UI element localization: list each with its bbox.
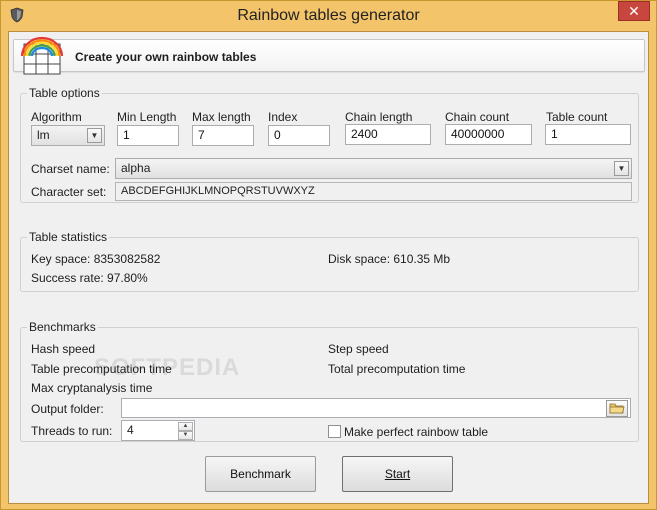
benchmarks-group: Benchmarks Hash speed Step speed Table p… bbox=[20, 320, 639, 442]
perfect-table-checkbox[interactable] bbox=[328, 425, 341, 438]
character-set-label: Character set: bbox=[31, 185, 107, 199]
chain-count-label: Chain count bbox=[445, 110, 510, 124]
output-folder-label: Output folder: bbox=[31, 402, 104, 416]
table-options-legend: Table options bbox=[27, 86, 102, 100]
header-title: Create your own rainbow tables bbox=[75, 50, 257, 64]
browse-folder-button[interactable] bbox=[606, 400, 628, 417]
total-precomputation-time-text: Total precomputation time bbox=[328, 362, 466, 376]
benchmark-button[interactable]: Benchmark bbox=[205, 456, 316, 492]
success-rate-text: Success rate: 97.80% bbox=[31, 271, 148, 285]
chain-length-label: Chain length bbox=[345, 110, 413, 124]
chevron-down-icon[interactable]: ▼ bbox=[614, 161, 629, 176]
client-area: Create your own rainbow tables Table opt… bbox=[8, 31, 649, 504]
window-title: Rainbow tables generator bbox=[237, 7, 420, 24]
algorithm-value: lm bbox=[37, 128, 50, 142]
header-banner: Create your own rainbow tables bbox=[13, 36, 645, 75]
algorithm-select[interactable]: lm ▼ bbox=[31, 125, 105, 146]
max-cryptanalysis-time-text: Max cryptanalysis time bbox=[31, 381, 153, 395]
table-statistics-group: Table statistics Key space: 8353082582 D… bbox=[20, 230, 639, 292]
step-speed-text: Step speed bbox=[328, 342, 389, 356]
min-length-label: Min Length bbox=[117, 110, 177, 124]
rainbow-grid-icon bbox=[20, 36, 64, 75]
table-count-label: Table count bbox=[546, 110, 608, 124]
start-button[interactable]: Start bbox=[342, 456, 453, 492]
key-space-text: Key space: 8353082582 bbox=[31, 252, 161, 266]
benchmarks-legend: Benchmarks bbox=[27, 320, 98, 334]
charset-name-select[interactable]: alpha ▼ bbox=[115, 158, 632, 179]
max-length-label: Max length bbox=[192, 110, 251, 124]
perfect-table-label[interactable]: Make perfect rainbow table bbox=[344, 425, 488, 439]
threads-stepper[interactable]: 4 ▲ ▼ bbox=[121, 420, 195, 441]
folder-icon bbox=[609, 403, 625, 414]
charset-name-label: Charset name: bbox=[31, 162, 110, 176]
index-label: Index bbox=[268, 110, 298, 124]
table-options-group: Table options Algorithm lm ▼ Min Length … bbox=[20, 86, 639, 203]
max-length-input[interactable]: 7 bbox=[192, 125, 254, 146]
hash-speed-text: Hash speed bbox=[31, 342, 96, 356]
close-button[interactable]: ✕ bbox=[618, 1, 650, 21]
chevron-down-icon[interactable]: ▼ bbox=[87, 128, 102, 143]
benchmark-button-label: Benchmark bbox=[230, 467, 291, 481]
min-length-input[interactable]: 1 bbox=[117, 125, 179, 146]
table-precomputation-time-text: Table precomputation time bbox=[31, 362, 172, 376]
table-count-input[interactable]: 1 bbox=[545, 124, 631, 145]
disk-space-text: Disk space: 610.35 Mb bbox=[328, 252, 451, 266]
spin-down-icon[interactable]: ▼ bbox=[178, 431, 193, 440]
threads-label: Threads to run: bbox=[31, 424, 113, 438]
charset-name-value: alpha bbox=[121, 161, 151, 175]
algorithm-label: Algorithm bbox=[31, 110, 82, 124]
table-statistics-legend: Table statistics bbox=[27, 230, 110, 244]
title-bar[interactable]: Rainbow tables generator ✕ bbox=[1, 1, 656, 31]
output-folder-input[interactable] bbox=[121, 398, 631, 418]
character-set-field: ABCDEFGHIJKLMNOPQRSTUVWXYZ bbox=[115, 182, 632, 201]
chain-length-input[interactable]: 2400 bbox=[345, 124, 431, 145]
index-input[interactable]: 0 bbox=[268, 125, 330, 146]
chain-count-input[interactable]: 40000000 bbox=[445, 124, 532, 145]
start-button-label: Start bbox=[384, 467, 411, 481]
app-window: Rainbow tables generator ✕ Create your o… bbox=[0, 0, 657, 510]
spin-up-icon[interactable]: ▲ bbox=[178, 422, 193, 431]
threads-value: 4 bbox=[127, 423, 134, 437]
